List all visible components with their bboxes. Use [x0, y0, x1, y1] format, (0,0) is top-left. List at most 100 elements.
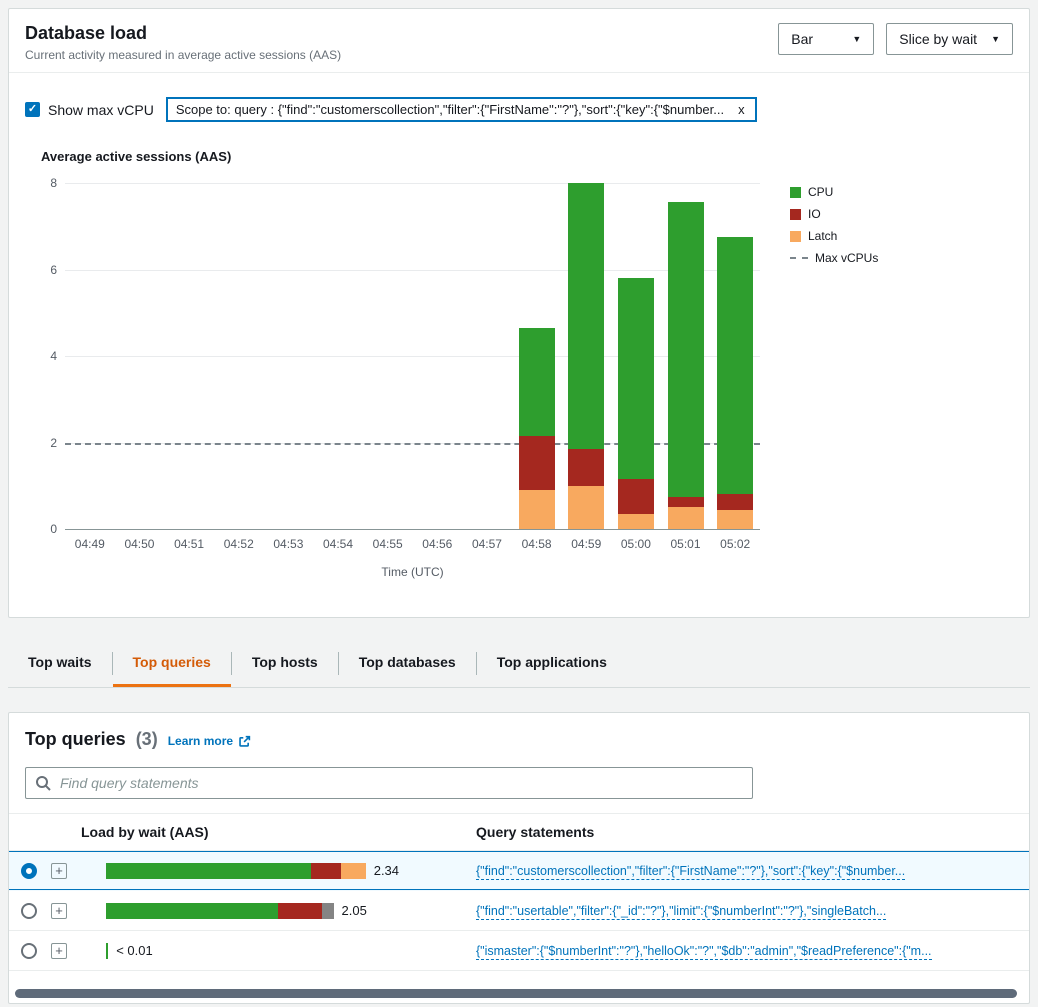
filter-row: ✓ Show max vCPU Scope to: query : {"find…	[9, 73, 1029, 122]
checkbox-checked-icon[interactable]: ✓	[25, 102, 40, 117]
chart-title: Average active sessions (AAS)	[41, 149, 231, 164]
load-value: 2.34	[374, 863, 399, 878]
query-row[interactable]: +2.05 {"find":"usertable","filter":{"_id"…	[9, 891, 1029, 931]
load-bar	[106, 863, 366, 879]
scope-filter-tag[interactable]: Scope to: query : {"find":"customerscoll…	[166, 97, 757, 122]
radio-cell	[21, 943, 51, 959]
y-axis-tick-label: 2	[25, 436, 57, 450]
query-cell: {"find":"usertable","filter":{"_id":"?"}…	[476, 902, 1029, 920]
bar-segment-io	[618, 479, 654, 514]
chart-style-dropdown-value: Bar	[791, 31, 813, 47]
legend-item-cpu[interactable]: CPU	[790, 185, 930, 199]
load-value: 2.05	[342, 903, 367, 918]
expand-row-button[interactable]: +	[51, 943, 67, 959]
legend-label: Max vCPUs	[815, 251, 878, 265]
tab-top-queries[interactable]: Top queries	[113, 640, 231, 687]
bar-segment-io	[519, 436, 555, 490]
chart-legend: CPU IO Latch Max vCPUs	[790, 185, 930, 273]
query-statement-link[interactable]: {"find":"usertable","filter":{"_id":"?"}…	[476, 904, 886, 920]
show-max-vcpu-checkbox[interactable]: ✓ Show max vCPU	[25, 102, 154, 118]
query-table-body: +2.34 {"find":"customerscollection","filt…	[9, 851, 1029, 971]
aas-chart: Average active sessions (AAS) Time (UTC)…	[25, 141, 1015, 601]
legend-item-latch[interactable]: Latch	[790, 229, 930, 243]
query-statement-link[interactable]: {"ismaster":{"$numberInt":"?"},"helloOk"…	[476, 944, 932, 960]
load-bar	[106, 943, 108, 959]
page-subtitle: Current activity measured in average act…	[25, 48, 341, 62]
y-axis-tick-label: 8	[25, 176, 57, 190]
row-select-radio[interactable]	[21, 943, 37, 959]
x-axis-tick-label: 04:57	[462, 537, 512, 551]
tab-top-hosts[interactable]: Top hosts	[232, 640, 338, 687]
load-bar-segment-cpu	[106, 943, 108, 959]
load-bar-segment-other	[322, 903, 333, 919]
load-bar-segment-io	[278, 903, 322, 919]
tab-top-applications[interactable]: Top applications	[477, 640, 627, 687]
x-axis-tick-label: 04:52	[214, 537, 264, 551]
legend-item-max-vcpus[interactable]: Max vCPUs	[790, 251, 930, 265]
x-axis-tick-label: 04:59	[561, 537, 611, 551]
external-link-icon	[238, 735, 251, 748]
query-statement-link[interactable]: {"find":"customerscollection","filter":{…	[476, 864, 905, 880]
x-axis-tick-label: 04:51	[164, 537, 214, 551]
legend-swatch	[790, 187, 801, 198]
search-input[interactable]	[25, 767, 753, 799]
chevron-down-icon: ▼	[991, 35, 1000, 44]
x-axis-tick-label: 05:00	[611, 537, 661, 551]
query-cell: {"ismaster":{"$numberInt":"?"},"helloOk"…	[476, 942, 1029, 960]
bar-segment-io	[668, 497, 704, 508]
slice-by-dropdown[interactable]: Slice by wait ▼	[886, 23, 1013, 55]
query-cell: {"find":"customerscollection","filter":{…	[476, 862, 1029, 880]
y-axis-tick-label: 0	[25, 522, 57, 536]
query-row[interactable]: +2.34 {"find":"customerscollection","filt…	[9, 851, 1029, 891]
load-cell: 2.05	[87, 903, 476, 919]
panel-header: Database load Current activity measured …	[9, 9, 1029, 73]
load-bar-segment-cpu	[106, 863, 311, 879]
bar-segment-io	[568, 449, 604, 486]
scope-close-button[interactable]: x	[736, 102, 747, 117]
x-axis-tick-label: 04:55	[363, 537, 413, 551]
gridline	[65, 270, 760, 271]
x-axis-label: Time (UTC)	[65, 565, 760, 579]
bar-segment-io	[717, 494, 753, 509]
query-row[interactable]: + < 0.01 {"ismaster":{"$numberInt":"?"},"h…	[9, 931, 1029, 971]
legend-dash-swatch	[790, 257, 808, 259]
x-axis-tick-label: 04:50	[115, 537, 165, 551]
legend-item-io[interactable]: IO	[790, 207, 930, 221]
load-value: < 0.01	[116, 943, 153, 958]
learn-more-label: Learn more	[168, 734, 233, 748]
page-title: Database load	[25, 23, 341, 44]
bar-segment-cpu	[568, 183, 604, 449]
column-header-load: Load by wait (AAS)	[81, 824, 476, 840]
stacked-bar	[717, 183, 753, 529]
x-axis-tick-label: 04:56	[413, 537, 463, 551]
x-axis-tick-label: 05:01	[661, 537, 711, 551]
bar-segment-latch	[668, 507, 704, 529]
chart-style-dropdown[interactable]: Bar ▼	[778, 23, 874, 55]
load-bar-segment-cpu	[106, 903, 278, 919]
expand-row-button[interactable]: +	[51, 863, 67, 879]
top-queries-title: Top queries	[25, 729, 126, 750]
x-axis-tick-label: 04:54	[313, 537, 363, 551]
column-header-query: Query statements	[476, 824, 1029, 840]
x-axis-tick-label: 04:49	[65, 537, 115, 551]
row-select-radio[interactable]	[21, 863, 37, 879]
search-icon	[35, 775, 51, 791]
learn-more-link[interactable]: Learn more	[168, 734, 251, 748]
expand-row-button[interactable]: +	[51, 903, 67, 919]
title-block: Database load Current activity measured …	[25, 23, 341, 62]
radio-cell	[21, 863, 51, 879]
load-cell: 2.34	[87, 863, 476, 879]
bar-segment-latch	[717, 510, 753, 529]
tab-top-databases[interactable]: Top databases	[339, 640, 476, 687]
max-vcpus-line	[65, 443, 760, 445]
performance-insights-page: Database load Current activity measured …	[0, 0, 1038, 1007]
y-axis-tick-label: 6	[25, 263, 57, 277]
table-header-row: Load by wait (AAS) Query statements	[9, 813, 1029, 851]
row-select-radio[interactable]	[21, 903, 37, 919]
horizontal-scrollbar[interactable]	[15, 989, 1017, 998]
show-max-vcpu-label: Show max vCPU	[48, 102, 154, 118]
chart-plot-area	[65, 183, 760, 529]
legend-label: CPU	[808, 185, 833, 199]
tab-top-waits[interactable]: Top waits	[8, 640, 112, 687]
legend-label: Latch	[808, 229, 837, 243]
